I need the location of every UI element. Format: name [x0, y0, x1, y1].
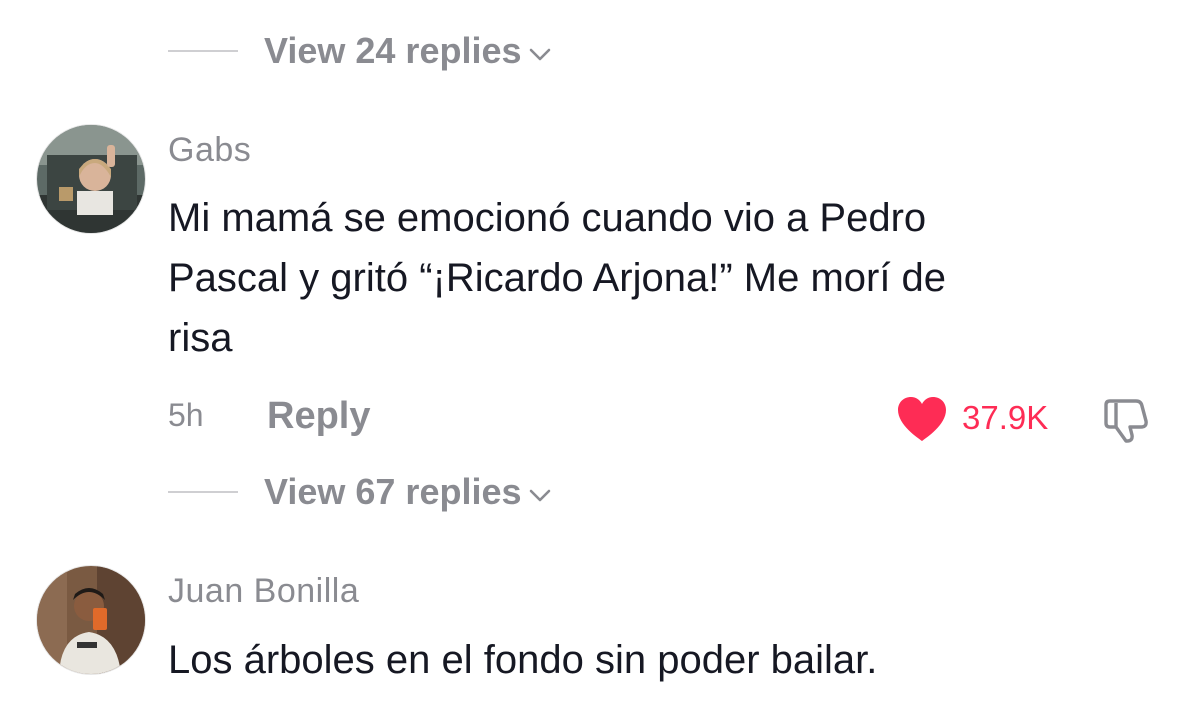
comment-text-line: Pascal y gritó “¡Ricardo Arjona!” Me mor… [168, 256, 947, 300]
avatar[interactable] [36, 565, 146, 675]
reply-button[interactable]: Reply [267, 395, 370, 438]
dislike-icon[interactable] [1100, 395, 1154, 445]
avatar[interactable] [36, 124, 146, 234]
chevron-down-icon [522, 30, 552, 72]
replies-divider [168, 491, 238, 493]
comment-time: 5h [168, 397, 204, 433]
view-replies-button[interactable]: View 24 replies [264, 30, 552, 72]
comment-text-line: risa [168, 316, 233, 360]
view-replies-button[interactable]: View 67 replies [264, 471, 552, 513]
view-replies-label: View 67 replies [264, 471, 522, 512]
replies-divider [168, 50, 238, 52]
view-replies-row: View 67 replies [168, 471, 552, 513]
comment-text: Los árboles en el fondo sin poder bailar… [168, 638, 878, 682]
comment-meta-row: 5h Reply 37.9K [168, 395, 1168, 443]
view-replies-label: View 24 replies [264, 30, 522, 71]
comment-username[interactable]: Juan Bonilla [168, 572, 359, 611]
comment-text: Mi mamá se emocionó cuando vio a Pedro P… [168, 188, 1128, 368]
comment-text-line: Mi mamá se emocionó cuando vio a Pedro [168, 196, 927, 240]
heart-icon[interactable] [894, 395, 950, 443]
like-count: 37.9K [962, 399, 1049, 436]
view-replies-row: View 24 replies [168, 30, 552, 72]
comment-username[interactable]: Gabs [168, 131, 251, 170]
chevron-down-icon [522, 471, 552, 513]
